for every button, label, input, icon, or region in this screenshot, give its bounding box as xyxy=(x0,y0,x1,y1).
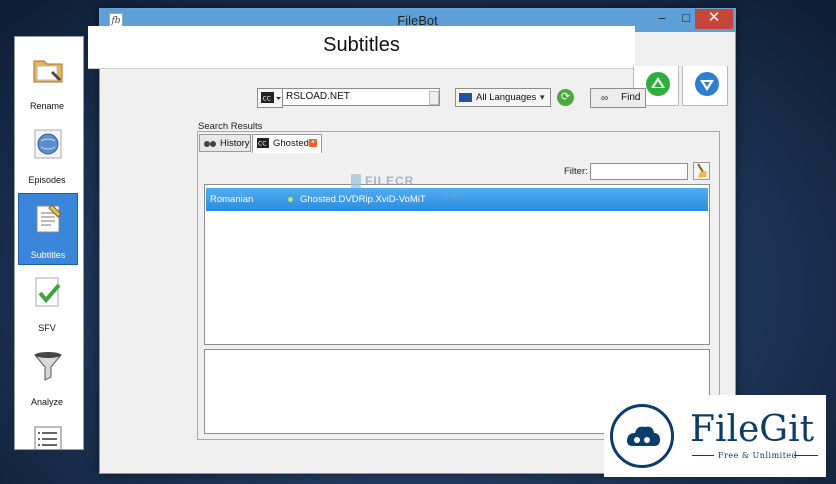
sidebar-item-rename[interactable]: Rename xyxy=(18,45,76,115)
tab-history[interactable]: History xyxy=(199,134,251,152)
filter-label: Filter: xyxy=(564,166,588,177)
subtitles-doc-icon xyxy=(36,204,62,233)
filegit-brand: FileGit xyxy=(690,409,815,450)
row-subtitle-name: Ghosted.DVDRip.XviD-VoMiT xyxy=(300,194,426,205)
eu-flag-icon xyxy=(459,93,472,102)
row-language: Romanian xyxy=(210,194,254,205)
sidebar-item-label: Episodes xyxy=(28,175,66,185)
upload-icon xyxy=(695,72,719,96)
find-button[interactable]: Find xyxy=(590,88,646,108)
sidebar-item-list[interactable] xyxy=(18,415,76,449)
sidebar-item-subtitles[interactable]: Subtitles xyxy=(18,193,78,265)
sidebar-item-sfv[interactable]: SFV xyxy=(18,267,76,337)
refresh-icon: ⟳ xyxy=(560,91,571,103)
filecr-sub-text: .com xyxy=(441,192,463,201)
filecr-watermark: FILECR .com xyxy=(351,174,461,201)
filter-input[interactable] xyxy=(590,163,688,180)
sidebar-item-label: Analyze xyxy=(30,397,64,407)
filecr-text: FILECR xyxy=(365,174,415,188)
sidebar-item-analyze[interactable]: Analyze xyxy=(18,341,76,411)
folder-rename-icon xyxy=(33,60,63,83)
search-input[interactable]: RSLOAD.NET xyxy=(282,88,440,106)
chevron-down-icon: ▾ xyxy=(540,92,545,102)
tab-label: History xyxy=(220,138,250,149)
minimize-button[interactable]: – xyxy=(650,9,674,29)
status-dot-icon xyxy=(288,197,293,202)
sidebar-item-episodes[interactable]: Episodes xyxy=(18,119,76,189)
globe-icon xyxy=(34,129,62,159)
tab-label: Ghosted xyxy=(273,138,309,149)
filecr-logo-icon xyxy=(351,174,361,188)
filegit-logo-icon xyxy=(610,404,674,468)
funnel-icon xyxy=(33,352,63,381)
results-list[interactable]: Romanian Ghosted.DVDRip.XviD-VoMiT xyxy=(204,184,710,345)
svg-text:CC: CC xyxy=(263,96,271,103)
refresh-button[interactable]: ⟳ xyxy=(557,89,574,106)
subtitle-provider-selector[interactable]: CC xyxy=(257,88,283,108)
clear-search-button[interactable] xyxy=(429,91,439,105)
cc-icon: CC xyxy=(257,138,269,148)
sidebar-item-label: SFV xyxy=(38,323,56,333)
page-title: Subtitles xyxy=(323,34,400,56)
upload-button[interactable] xyxy=(682,66,728,106)
divider xyxy=(692,455,714,456)
close-button[interactable]: ✕ xyxy=(695,9,733,29)
sidebar-item-label: Subtitles xyxy=(30,250,66,260)
list-icon xyxy=(34,426,62,449)
download-icon xyxy=(646,72,670,96)
checkmark-doc-icon xyxy=(35,277,61,307)
broom-icon xyxy=(697,163,707,178)
filegit-tagline: Free & Unlimited xyxy=(718,451,798,460)
cc-icon: CC xyxy=(261,92,281,103)
page-header: Subtitles xyxy=(88,26,635,69)
divider xyxy=(794,455,818,456)
binoculars-icon xyxy=(204,141,216,147)
clear-filter-button[interactable] xyxy=(693,162,710,180)
binoculars-icon: ∞ xyxy=(601,93,609,104)
svg-text:CC: CC xyxy=(258,141,266,148)
sidebar: Rename Episodes Subtitles SFV Analyze xyxy=(14,36,84,450)
sidebar-item-label: Rename xyxy=(29,101,65,111)
close-tab-icon[interactable]: × xyxy=(309,139,317,147)
filegit-watermark: FileGit Free & Unlimited xyxy=(604,395,826,477)
